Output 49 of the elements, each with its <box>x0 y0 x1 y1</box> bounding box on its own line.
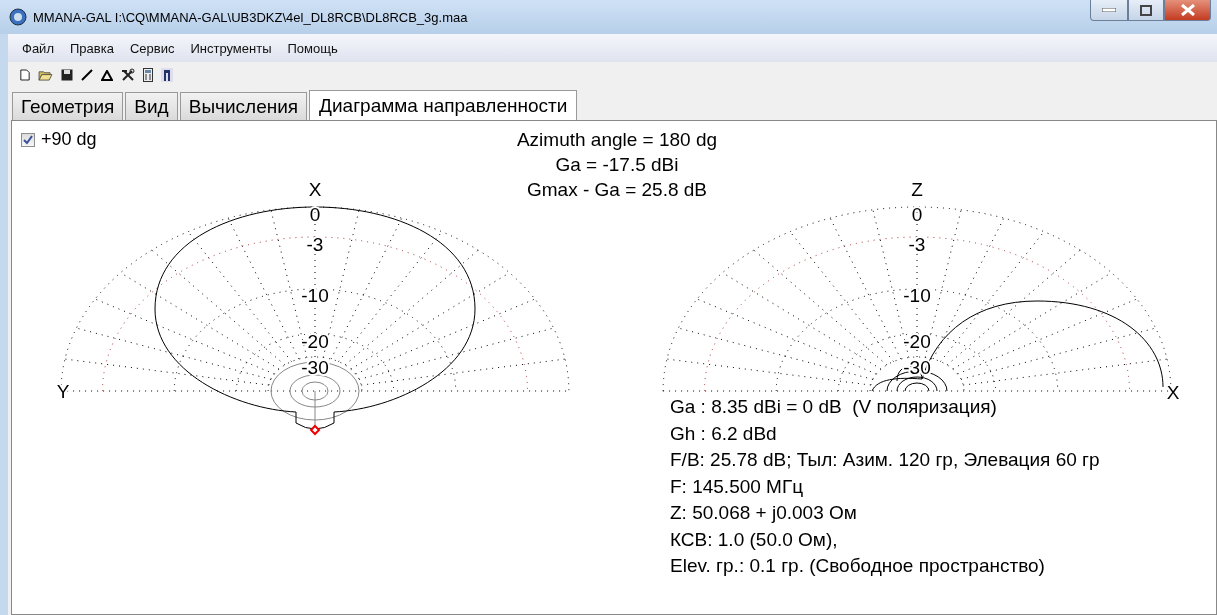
pattern-summary-line: Ga = -17.5 dBi <box>555 154 679 175</box>
ring-label: -20 <box>903 331 931 352</box>
ring-label: -3 <box>908 234 926 255</box>
pattern-summary-line: Azimuth angle = 180 dg <box>516 129 718 150</box>
menu-item[interactable]: Помощь <box>279 40 346 56</box>
menu-item[interactable]: Правка <box>61 40 122 56</box>
ring-label: -10 <box>301 285 329 306</box>
result-line: Z: 50.068 + j0.003 Ом <box>670 502 857 523</box>
tab[interactable]: Диаграмма направленности <box>309 90 578 121</box>
axis-label: X <box>1166 382 1180 403</box>
result-line: F/B: 25.78 dB; Тыл: Азим. 120 гр, Элевация 60 гр <box>670 449 1100 470</box>
minimize-icon <box>1102 8 1116 12</box>
ring-label: -10 <box>903 285 931 306</box>
window-title: MMANA-GAL I:\CQ\MMANA-GAL\UB3DKZ\4el_DL8RCB\DL8RCB_3g.maa <box>33 9 468 25</box>
ring-label: -30 <box>301 357 329 378</box>
hammer-wrench-icon[interactable] <box>121 68 135 82</box>
ring-label: 0 <box>309 204 321 225</box>
axis-label: X <box>308 179 322 200</box>
maximize-button[interactable] <box>1128 0 1164 21</box>
checkbox-label: +90 dg <box>41 129 97 150</box>
result-line: Elev. гр.: 0.1 гр. (Свободное пространство) <box>670 555 1045 576</box>
result-line: Gh : 6.2 dBd <box>670 422 777 444</box>
triangle-icon[interactable] <box>101 69 113 81</box>
new-file-icon[interactable] <box>20 69 30 81</box>
axis-label: Z <box>911 179 923 200</box>
maximize-icon <box>1140 4 1152 16</box>
calculator-icon[interactable] <box>143 68 153 82</box>
ring-label: -3 <box>306 234 324 255</box>
ring-label: -20 <box>301 331 329 352</box>
app-logo-icon <box>9 8 27 26</box>
doorway-icon[interactable] <box>161 68 173 82</box>
close-button[interactable] <box>1164 0 1211 21</box>
line-icon[interactable] <box>81 69 93 81</box>
pattern-summary-line: Gmax - Ga = 25.8 dB <box>526 179 708 200</box>
menu-item[interactable]: Инструменты <box>182 40 280 56</box>
close-icon <box>1179 4 1196 16</box>
tab[interactable]: Вид <box>125 92 178 120</box>
ring-label: 0 <box>911 204 923 225</box>
result-line: КСВ: 1.0 (50.0 Ом), <box>670 528 838 550</box>
checkbox[interactable] <box>21 132 35 147</box>
result-line: Ga : 8.35 dBi = 0 dB (V поляризация) <box>670 396 997 417</box>
menu-item[interactable]: Сервис <box>121 40 183 56</box>
tab[interactable]: Вычисления <box>179 92 308 120</box>
minimize-button[interactable] <box>1090 0 1128 21</box>
tab[interactable]: Геометрия <box>12 92 124 120</box>
axis-label: Y <box>56 381 70 402</box>
menu-item[interactable]: Файл <box>14 40 62 56</box>
result-line: F: 145.500 МГц <box>670 475 804 497</box>
folder-icon[interactable] <box>38 69 53 81</box>
